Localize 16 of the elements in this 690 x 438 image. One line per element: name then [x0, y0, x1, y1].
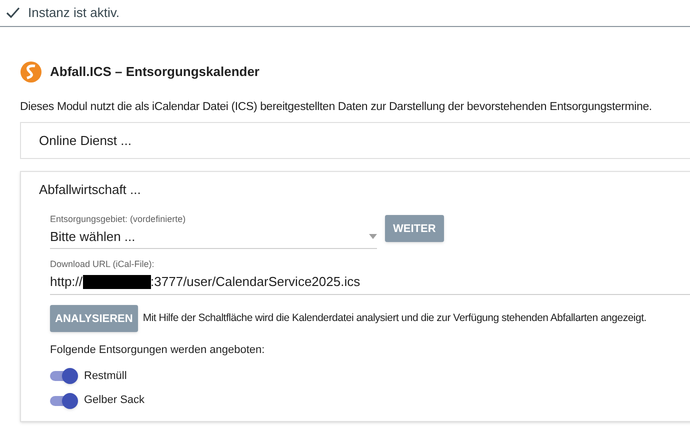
analyze-hint: Mit Hilfe der Schaltfläche wird die Kalenderdatei analysiert und die zur Verfügung stehenden Abfallarten angezeigt.: [142, 310, 646, 326]
panel-header[interactable]: Online Dienst ...: [21, 123, 690, 158]
area-select[interactable]: Entsorgungsgebiet: (vordefinierte) Bitte wählen ...: [50, 213, 377, 250]
status-text: Instanz ist aktiv.: [28, 4, 120, 22]
module-description: Dieses Modul nutzt die als iCalendar Datei (ICS) bereitgestellten Daten zur Darstellung der bevorstehenden Entsorgungstermine.: [20, 100, 653, 115]
panel-header[interactable]: Abfallwirtschaft ...: [21, 172, 690, 208]
toggle-switch[interactable]: [50, 392, 78, 408]
toggle-switch[interactable]: [50, 368, 78, 384]
url-field[interactable]: Download URL (iCal-File): http:// :3777/user/CalendarService2025.ics: [50, 258, 690, 296]
toggle-label: Gelber Sack: [84, 393, 145, 408]
offered-heading: Folgende Entsorgungen werden angeboten:: [50, 343, 266, 358]
logo-icon: [20, 61, 42, 83]
dropdown-caret-icon: [369, 234, 377, 239]
toggle-label: Restmüll: [84, 368, 127, 384]
module-title: Abfall.ICS – Entsorgungskalender: [50, 63, 260, 82]
checkmark-icon: [6, 7, 20, 19]
